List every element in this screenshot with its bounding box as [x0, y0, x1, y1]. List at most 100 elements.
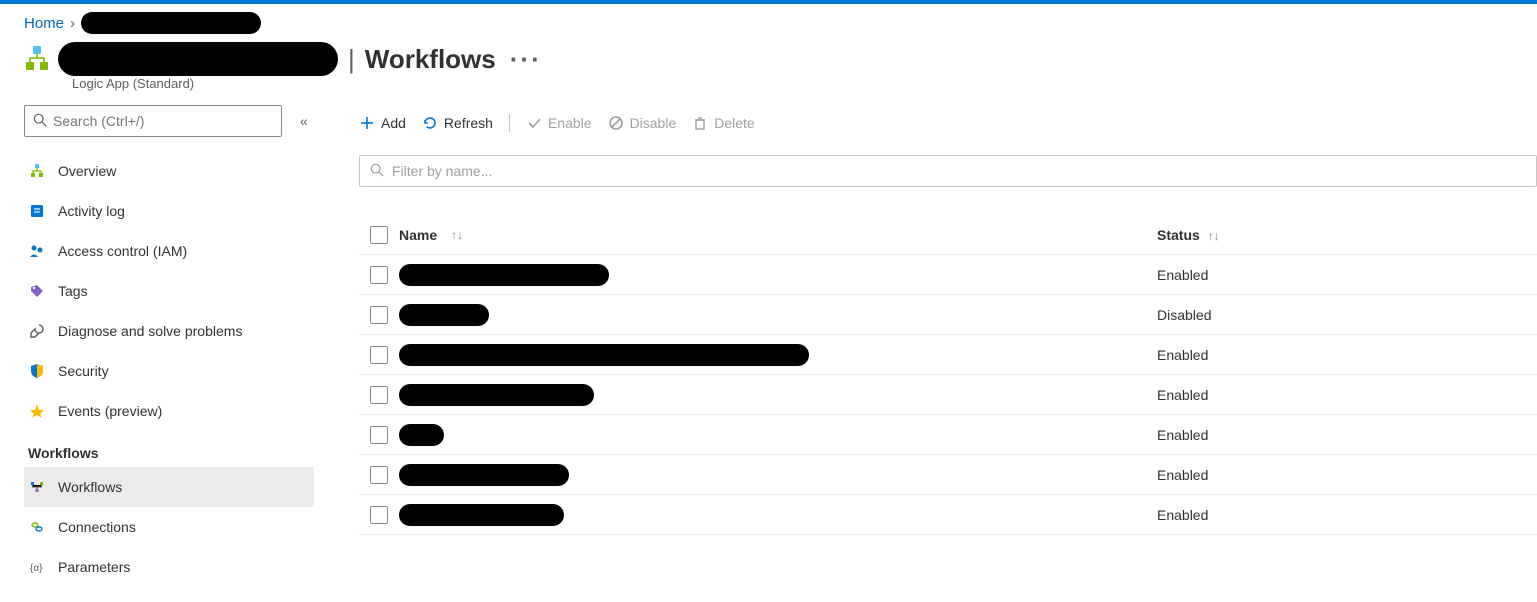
refresh-button[interactable]: Refresh — [422, 115, 493, 131]
column-header-name[interactable]: Name ↑↓ — [399, 227, 1157, 243]
filter-box[interactable] — [359, 155, 1537, 187]
grid-header-row: Name ↑↓ Status ↑↓ — [359, 215, 1537, 255]
disable-label: Disable — [630, 115, 677, 131]
row-name-cell[interactable] — [399, 344, 1157, 366]
row-status-cell: Enabled — [1157, 387, 1537, 403]
breadcrumb-resource-name[interactable] — [81, 12, 261, 34]
disable-button[interactable]: Disable — [608, 115, 677, 131]
sidebar: « OverviewActivity logAccess control (IA… — [0, 105, 305, 587]
row-name-cell[interactable] — [399, 464, 1157, 486]
delete-label: Delete — [714, 115, 754, 131]
sidebar-item-access-control-iam-[interactable]: Access control (IAM) — [24, 231, 314, 271]
row-status-cell: Enabled — [1157, 267, 1537, 283]
table-row[interactable]: Disabled — [359, 295, 1537, 335]
sidebar-item-security[interactable]: Security — [24, 351, 314, 391]
sidebar-search-input[interactable] — [53, 113, 273, 129]
delete-button[interactable]: Delete — [692, 115, 754, 131]
sidebar-item-parameters[interactable]: {α} Parameters — [24, 547, 314, 587]
chevron-right-icon: › — [70, 15, 75, 32]
row-checkbox[interactable] — [370, 386, 388, 404]
nav-icon — [28, 478, 46, 496]
table-row[interactable]: Enabled — [359, 375, 1537, 415]
table-row[interactable]: Enabled — [359, 255, 1537, 295]
refresh-label: Refresh — [444, 115, 493, 131]
breadcrumb: Home › — [0, 4, 1537, 38]
row-status-cell: Enabled — [1157, 467, 1537, 483]
row-checkbox[interactable] — [370, 266, 388, 284]
sidebar-item-connections[interactable]: Connections — [24, 507, 314, 547]
table-row[interactable]: Enabled — [359, 495, 1537, 535]
sidebar-item-diagnose-and-solve-problems[interactable]: Diagnose and solve problems — [24, 311, 314, 351]
sidebar-group-workflows: Workflows — [24, 431, 314, 467]
row-name-cell[interactable] — [399, 304, 1157, 326]
enable-button[interactable]: Enable — [526, 115, 592, 131]
row-checkbox[interactable] — [370, 346, 388, 364]
trash-icon — [692, 115, 708, 131]
sidebar-item-label: Access control (IAM) — [58, 243, 187, 259]
main-content: Add Refresh Enable Disable — [305, 105, 1537, 535]
sidebar-item-tags[interactable]: Tags — [24, 271, 314, 311]
workflow-name-redacted — [399, 264, 609, 286]
row-status-cell: Enabled — [1157, 507, 1537, 523]
logic-app-icon — [24, 46, 50, 72]
table-row[interactable]: Enabled — [359, 455, 1537, 495]
name-header-label: Name — [399, 227, 437, 243]
sidebar-item-label: Events (preview) — [58, 403, 162, 419]
more-actions-button[interactable]: ··· — [504, 44, 548, 75]
command-bar: Add Refresh Enable Disable — [359, 105, 1537, 141]
search-icon — [370, 163, 384, 180]
resource-type-label: Logic App (Standard) — [0, 76, 1537, 105]
workflow-name-redacted — [399, 384, 594, 406]
title-separator: | — [348, 44, 355, 75]
row-name-cell[interactable] — [399, 264, 1157, 286]
row-name-cell[interactable] — [399, 504, 1157, 526]
workflow-name-redacted — [399, 464, 569, 486]
row-checkbox[interactable] — [370, 506, 388, 524]
nav-icon — [28, 518, 46, 536]
row-status-cell: Disabled — [1157, 307, 1537, 323]
sidebar-item-events-preview-[interactable]: Events (preview) — [24, 391, 314, 431]
filter-input[interactable] — [392, 163, 1526, 179]
enable-label: Enable — [548, 115, 592, 131]
check-icon — [526, 115, 542, 131]
sidebar-item-label: Overview — [58, 163, 116, 179]
disable-icon — [608, 115, 624, 131]
page-title: | Workflows ··· — [58, 42, 548, 76]
select-all-checkbox[interactable] — [370, 226, 388, 244]
add-label: Add — [381, 115, 406, 131]
sidebar-item-label: Tags — [58, 283, 88, 299]
sidebar-item-workflows[interactable]: Workflows — [24, 467, 314, 507]
sidebar-item-label: Parameters — [58, 559, 130, 575]
nav-icon — [28, 402, 46, 420]
column-header-status[interactable]: Status ↑↓ — [1157, 227, 1537, 243]
sidebar-item-overview[interactable]: Overview — [24, 151, 314, 191]
row-name-cell[interactable] — [399, 424, 1157, 446]
refresh-icon — [422, 115, 438, 131]
workflow-name-redacted — [399, 304, 489, 326]
row-checkbox[interactable] — [370, 426, 388, 444]
sort-icon: ↑↓ — [451, 228, 463, 242]
page-title-text: Workflows — [365, 44, 496, 75]
table-row[interactable]: Enabled — [359, 415, 1537, 455]
nav-icon — [28, 322, 46, 340]
nav-icon — [28, 362, 46, 380]
workflow-name-redacted — [399, 424, 444, 446]
sidebar-search[interactable] — [24, 105, 282, 137]
sort-icon: ↑↓ — [1208, 229, 1220, 243]
status-header-label: Status — [1157, 227, 1200, 243]
sidebar-item-activity-log[interactable]: Activity log — [24, 191, 314, 231]
nav-icon — [28, 282, 46, 300]
sidebar-item-label: Connections — [58, 519, 136, 535]
row-status-cell: Enabled — [1157, 347, 1537, 363]
row-checkbox[interactable] — [370, 466, 388, 484]
row-name-cell[interactable] — [399, 384, 1157, 406]
resource-name-redacted — [58, 42, 338, 76]
nav-icon: {α} — [28, 558, 46, 576]
workflows-grid: Name ↑↓ Status ↑↓ Enabled Disabled Enabled… — [359, 215, 1537, 535]
row-checkbox[interactable] — [370, 306, 388, 324]
breadcrumb-home-link[interactable]: Home — [24, 15, 64, 32]
workflow-name-redacted — [399, 504, 564, 526]
table-row[interactable]: Enabled — [359, 335, 1537, 375]
search-icon — [33, 113, 47, 130]
add-button[interactable]: Add — [359, 115, 406, 131]
